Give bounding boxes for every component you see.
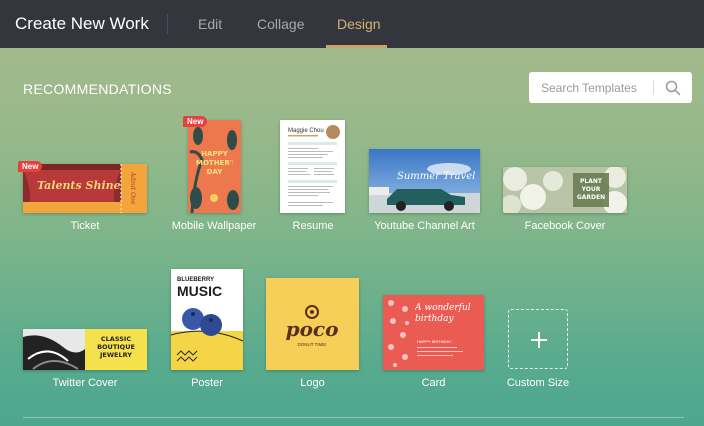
search-icon[interactable] [665,80,681,96]
section-title: RECOMMENDATIONS [23,81,172,97]
template-label: Ticket [70,220,100,232]
new-badge: New [183,116,208,127]
card-thumb-sub: HAPPY BIRTHDAY [417,339,452,344]
search-box[interactable] [529,72,692,103]
title-separator [167,14,168,34]
search-input[interactable] [541,72,651,103]
template-label: Mobile Wallpaper [171,220,257,232]
resume-thumbnail[interactable]: Maggie Chou [280,120,345,213]
ticket-thumb-text: Talents Shine [37,179,121,192]
tab-edit[interactable]: Edit [198,16,222,32]
twitter-cover-thumbnail[interactable]: CLASSIC BOUTIQUE JEWELRY [23,329,147,370]
youtube-thumb-text: Summer Travel [397,171,475,182]
top-bar: Create New Work Edit Collage Design [0,0,704,48]
template-label: Twitter Cover [52,377,118,389]
logo-thumbnail[interactable]: poco DONUT TIME! [266,278,359,370]
template-label: Card [421,377,446,389]
card-thumb-text: A wonderful birthday [415,303,471,324]
tab-collage[interactable]: Collage [257,16,304,32]
new-badge: New [18,161,43,172]
resume-thumb-text: Maggie Chou [288,128,324,134]
ticket-thumbnail[interactable]: Talents Shine Admit One [23,164,147,213]
youtube-channel-art-thumbnail[interactable]: Summer Travel [369,149,480,213]
twitter-thumb-text: CLASSIC BOUTIQUE JEWELRY [97,335,135,359]
active-tab-indicator [326,45,387,48]
poster-thumbnail[interactable]: BLUEBERRY MUSIC [171,269,243,370]
logo-thumb-text: poco [286,317,339,341]
template-label: Custom Size [506,377,570,389]
search-divider [653,80,654,95]
template-label: Youtube Channel Art [374,220,475,232]
tab-design[interactable]: Design [337,16,381,32]
mobile-wallpaper-thumbnail[interactable]: HAPPY MOTHER'S DAY [188,120,241,213]
template-label: Logo [300,377,325,389]
facebook-thumb-text: PLANT YOUR GARDEN [576,178,606,201]
template-label: Resume [292,220,334,232]
custom-size-button[interactable] [508,309,568,369]
poster-thumb-sub: MUSIC [177,283,222,299]
ticket-thumb-sub: Admit One [129,171,136,205]
bottom-divider [23,417,684,418]
template-label: Poster [191,377,223,389]
plus-icon [531,332,547,348]
wallpaper-thumb-text: HAPPY MOTHER'S DAY [196,150,233,176]
card-thumbnail[interactable]: A wonderful birthday HAPPY BIRTHDAY [383,295,484,370]
app-title: Create New Work [15,14,149,33]
template-label: Facebook Cover [524,220,606,232]
facebook-cover-thumbnail[interactable]: PLANT YOUR GARDEN [503,167,627,213]
logo-thumb-sub: DONUT TIME! [297,342,326,347]
